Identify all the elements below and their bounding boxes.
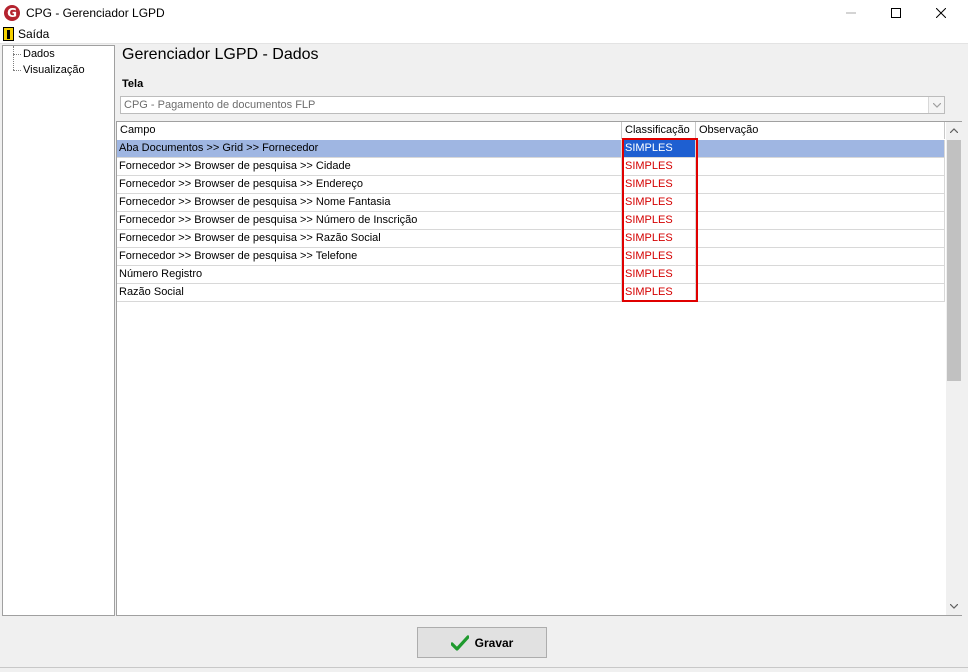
save-button-label: Gravar [474, 635, 514, 650]
chevron-up-icon [950, 128, 958, 133]
cell-classificacao[interactable]: SIMPLES [622, 194, 696, 211]
cell-observacao[interactable] [696, 194, 945, 211]
close-button[interactable] [918, 0, 964, 25]
tela-select[interactable]: CPG - Pagamento de documentos FLP [120, 96, 945, 114]
column-header-observacao[interactable]: Observação [696, 122, 945, 139]
table-row[interactable]: Número Registro SIMPLES [117, 266, 945, 284]
table-row[interactable]: Fornecedor >> Browser de pesquisa >> Núm… [117, 212, 945, 230]
table-row[interactable]: Fornecedor >> Browser de pesquisa >> Cid… [117, 158, 945, 176]
table-row[interactable]: Aba Documentos >> Grid >> Fornecedor SIM… [117, 140, 945, 158]
dropdown-button[interactable] [928, 97, 944, 113]
cell-observacao[interactable] [696, 176, 945, 193]
cell-campo[interactable]: Número Registro [117, 266, 622, 283]
cell-observacao[interactable] [696, 266, 945, 283]
close-icon [936, 7, 946, 18]
cell-campo[interactable]: Fornecedor >> Browser de pesquisa >> Cid… [117, 158, 622, 175]
cell-classificacao[interactable]: SIMPLES [622, 266, 696, 283]
tela-label: Tela [122, 78, 144, 90]
cell-observacao[interactable] [696, 284, 945, 301]
cell-campo[interactable]: Fornecedor >> Browser de pesquisa >> Nom… [117, 194, 622, 211]
cell-campo[interactable]: Aba Documentos >> Grid >> Fornecedor [117, 140, 622, 157]
scroll-up-button[interactable] [946, 122, 962, 139]
tree-item-visualizacao[interactable]: Visualização [3, 62, 114, 78]
cell-classificacao[interactable]: SIMPLES [622, 284, 696, 301]
navigation-tree: Dados Visualização [2, 45, 115, 616]
grid-header: Campo Classificação Observação [117, 122, 945, 139]
app-logo-icon: G [4, 4, 20, 21]
cell-classificacao[interactable]: SIMPLES [622, 176, 696, 193]
menu-exit-label: Saída [18, 27, 50, 41]
table-row[interactable]: Fornecedor >> Browser de pesquisa >> Raz… [117, 230, 945, 248]
vertical-scrollbar[interactable] [946, 122, 962, 615]
page-title: Gerenciador LGPD - Dados [122, 46, 319, 63]
save-button[interactable]: Gravar [417, 627, 547, 658]
maximize-icon [891, 7, 901, 18]
cell-campo[interactable]: Fornecedor >> Browser de pesquisa >> Tel… [117, 248, 622, 265]
cell-campo[interactable]: Fornecedor >> Browser de pesquisa >> Núm… [117, 212, 622, 229]
cell-campo[interactable]: Razão Social [117, 284, 622, 301]
table-row[interactable]: Fornecedor >> Browser de pesquisa >> End… [117, 176, 945, 194]
cell-observacao[interactable] [696, 248, 945, 265]
cell-campo[interactable]: Fornecedor >> Browser de pesquisa >> End… [117, 176, 622, 193]
menu-exit[interactable]: Saída [0, 27, 49, 41]
window-title: CPG - Gerenciador LGPD [26, 5, 165, 20]
cell-observacao[interactable] [696, 140, 945, 157]
cell-observacao[interactable] [696, 158, 945, 175]
cell-observacao[interactable] [696, 230, 945, 247]
chevron-down-icon [950, 604, 958, 609]
checkmark-icon [450, 634, 469, 651]
cell-campo[interactable]: Fornecedor >> Browser de pesquisa >> Raz… [117, 230, 622, 247]
status-bar [0, 667, 968, 672]
fields-grid: Campo Classificação Observação Aba Docum… [116, 121, 962, 616]
menu-bar: Saída [0, 25, 968, 44]
minimize-button[interactable] [828, 0, 874, 25]
exit-door-icon [3, 27, 14, 41]
column-header-classificacao[interactable]: Classificação [622, 122, 696, 139]
chevron-down-icon [932, 102, 941, 108]
scrollbar-thumb[interactable] [947, 140, 961, 381]
cell-classificacao[interactable]: SIMPLES [622, 140, 696, 157]
table-row[interactable]: Fornecedor >> Browser de pesquisa >> Tel… [117, 248, 945, 266]
cell-classificacao[interactable]: SIMPLES [622, 158, 696, 175]
scroll-down-button[interactable] [946, 598, 962, 615]
table-row[interactable]: Razão Social SIMPLES [117, 284, 945, 302]
cell-observacao[interactable] [696, 212, 945, 229]
cell-classificacao[interactable]: SIMPLES [622, 230, 696, 247]
cell-classificacao[interactable]: SIMPLES [622, 212, 696, 229]
cell-classificacao[interactable]: SIMPLES [622, 248, 696, 265]
minimize-icon [846, 12, 856, 13]
table-row[interactable]: Fornecedor >> Browser de pesquisa >> Nom… [117, 194, 945, 212]
maximize-button[interactable] [873, 0, 919, 25]
column-header-campo[interactable]: Campo [117, 122, 622, 139]
title-bar: G CPG - Gerenciador LGPD [0, 0, 968, 25]
grid-body: Aba Documentos >> Grid >> Fornecedor SIM… [117, 140, 945, 302]
tela-select-value: CPG - Pagamento de documentos FLP [124, 99, 316, 111]
tree-item-dados[interactable]: Dados [3, 46, 114, 62]
